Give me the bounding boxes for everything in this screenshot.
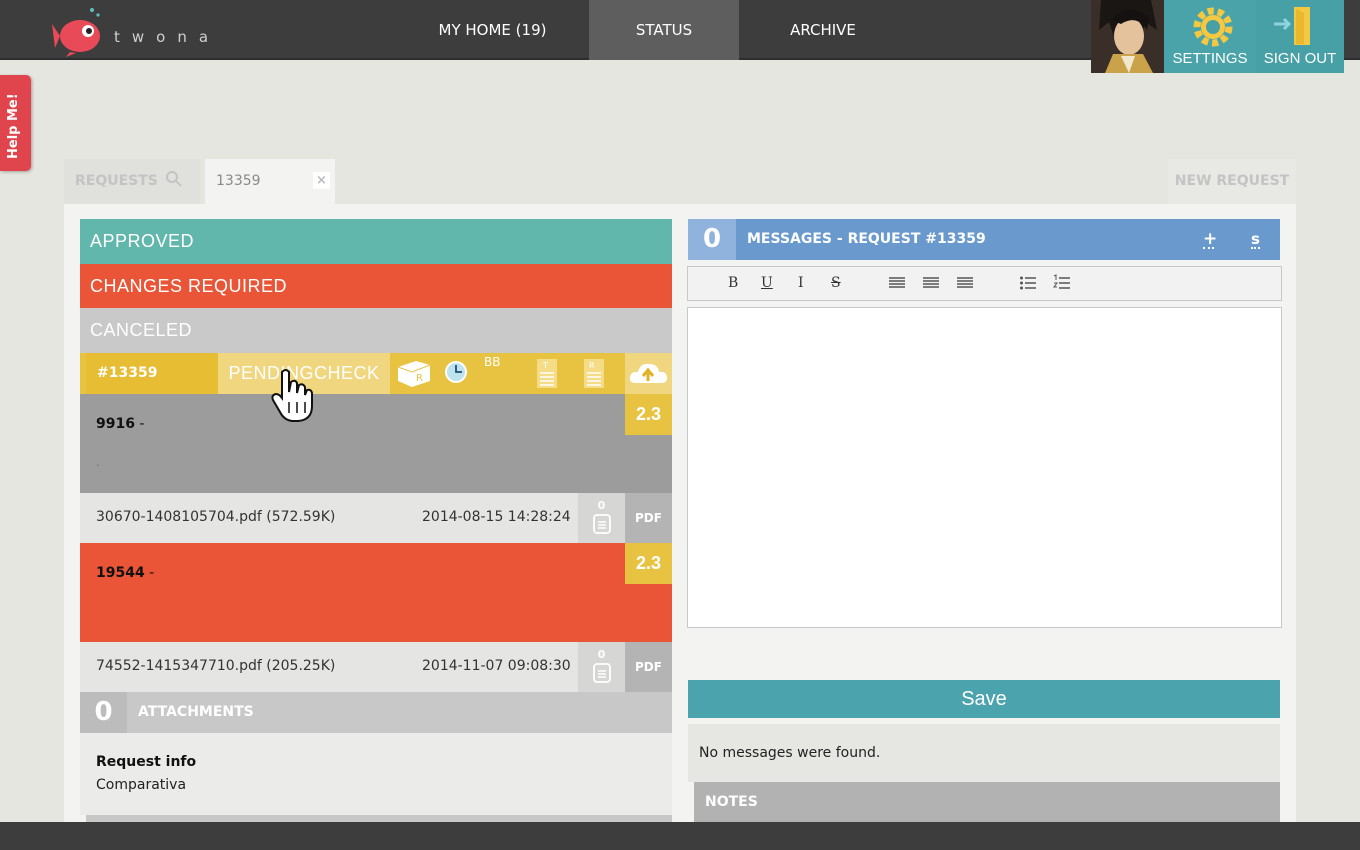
bold-button[interactable]: B [728, 267, 738, 300]
file-row[interactable]: 74552-1415347710.pdf (205.25K) 2014-11-0… [80, 642, 672, 692]
item-code: 19544 [96, 565, 145, 581]
report-doc-label: R [589, 361, 595, 370]
s-button-label: s [1251, 230, 1260, 248]
exit-door-icon [1274, 7, 1310, 45]
s-button[interactable]: s [1251, 230, 1260, 249]
no-messages-text: No messages were found. [688, 724, 1280, 782]
user-avatar[interactable] [1091, 0, 1164, 73]
save-button[interactable]: Save [688, 680, 1280, 718]
nav-status[interactable]: STATUS [589, 0, 739, 60]
avatar-portrait-icon [1091, 0, 1164, 73]
status-approved[interactable]: APPROVED [80, 219, 672, 264]
hand-cursor-icon [271, 369, 313, 422]
item-suffix: - [144, 565, 155, 581]
align-left-icon[interactable] [888, 267, 906, 300]
messages-title: MESSAGES - REQUEST #13359 [747, 231, 986, 247]
message-editor[interactable] [687, 307, 1282, 628]
request-id: #13359 [86, 353, 218, 394]
strikethrough-button[interactable]: S [831, 267, 841, 300]
italic-button[interactable]: I [798, 267, 804, 300]
text-doc-label: T [542, 361, 548, 370]
bb-label: BB [484, 355, 501, 369]
score-badge: 2.3 [625, 543, 672, 584]
bullet-list-icon[interactable] [1019, 267, 1037, 300]
status-changes-required[interactable]: CHANGES REQUIRED [80, 264, 672, 309]
nav-archive[interactable]: ARCHIVE [742, 0, 904, 60]
request-tabs: REQUESTS 13359 × NEW REQUEST [64, 159, 1296, 204]
document-icon [592, 514, 611, 534]
upload-button[interactable] [625, 353, 672, 394]
pdf-button[interactable]: PDF [625, 642, 672, 692]
bottom-bar [0, 822, 1360, 850]
list-item[interactable]: 9916 - . 2.3 [80, 394, 672, 493]
numbered-list-icon[interactable] [1053, 267, 1071, 300]
editor-toolbar: B U I S [687, 266, 1282, 301]
document-icon [592, 663, 611, 683]
attachments-count: 0 [80, 692, 127, 733]
messages-count: 0 [688, 219, 736, 260]
tab-requests[interactable]: REQUESTS [64, 159, 200, 204]
notes-header[interactable]: NOTES [694, 782, 1280, 822]
file-name[interactable]: 30670-1408105704.pdf (572.59K) [96, 509, 335, 525]
pdf-button[interactable]: PDF [625, 493, 672, 543]
sign-out-button[interactable]: SIGN OUT [1256, 0, 1344, 73]
nav-my-home[interactable]: MY HOME (19) [400, 0, 585, 60]
file-date: 2014-08-15 14:28:24 [422, 509, 571, 525]
gear-icon [1193, 7, 1233, 47]
add-message-label: + [1203, 229, 1218, 249]
search-icon[interactable] [165, 170, 183, 188]
file-name[interactable]: 74552-1415347710.pdf (205.25K) [96, 658, 335, 674]
item-note: . [96, 456, 100, 469]
item-title: 19544 - [96, 565, 154, 581]
settings-label: SETTINGS [1172, 50, 1248, 67]
item-suffix: - [134, 416, 145, 432]
tab-current-label: 13359 [216, 173, 261, 189]
request-info-box: Request info Comparativa [80, 733, 672, 815]
list-item[interactable]: 19544 - 2.3 [80, 543, 672, 642]
file-row[interactable]: 30670-1408105704.pdf (572.59K) 2014-08-1… [80, 493, 672, 543]
logo-text: twona [114, 28, 221, 46]
tab-requests-label: REQUESTS [75, 173, 158, 189]
new-request-tab[interactable]: NEW REQUEST [1168, 159, 1296, 204]
cloud-upload-icon [629, 363, 667, 383]
align-center-icon[interactable] [922, 267, 940, 300]
text-doc-icon[interactable]: T [535, 353, 559, 394]
fish-logo-icon [52, 8, 100, 57]
item-title: 9916 - [96, 416, 144, 432]
request-info-value: Comparativa [96, 777, 187, 793]
add-message-button[interactable]: + [1203, 229, 1217, 249]
attachments-label: ATTACHMENTS [138, 704, 254, 720]
comments-count: 0 [597, 499, 606, 512]
comments-button[interactable]: 0 [578, 493, 625, 543]
align-right-icon[interactable] [956, 267, 974, 300]
score-badge: 2.3 [625, 394, 672, 435]
report-doc-icon[interactable]: R [582, 353, 606, 394]
sign-out-label: SIGN OUT [1263, 50, 1337, 67]
box-icon[interactable]: R [394, 353, 434, 394]
box-icon-label: R [416, 373, 423, 384]
comments-button[interactable]: 0 [578, 642, 625, 692]
file-date: 2014-11-07 09:08:30 [422, 658, 571, 674]
messages-header: 0 MESSAGES - REQUEST #13359 + s [688, 219, 1280, 260]
help-me-tab[interactable]: Help Me! [0, 75, 31, 171]
item-code: 9916 [96, 416, 135, 432]
request-header-row: #13359 PENDINGCHECK R BB T R [80, 353, 672, 394]
attachments-header[interactable]: 0 ATTACHMENTS [80, 692, 672, 733]
request-info-title: Request info [96, 754, 197, 770]
comments-count: 0 [597, 648, 606, 661]
status-canceled[interactable]: CANCELED [80, 308, 672, 353]
clock-icon[interactable] [442, 353, 472, 394]
close-tab-icon[interactable]: × [313, 172, 330, 189]
underline-button[interactable]: U [761, 267, 773, 300]
help-me-label: Help Me! [6, 93, 21, 159]
settings-button[interactable]: SETTINGS [1164, 0, 1256, 73]
